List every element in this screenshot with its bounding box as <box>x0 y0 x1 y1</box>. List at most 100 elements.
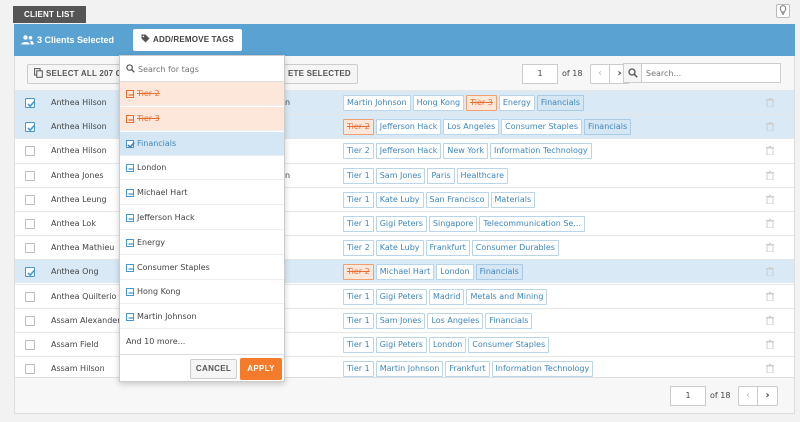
trash-icon[interactable] <box>766 122 774 133</box>
tag-chip[interactable]: Consumer Durables <box>471 240 559 257</box>
tag-chip[interactable]: Frankfurt <box>445 361 490 378</box>
tag-chip[interactable]: Los Angeles <box>427 312 484 329</box>
tag-option[interactable]: Tier 2 <box>120 82 284 106</box>
row-checkbox[interactable] <box>25 122 35 133</box>
row-checkbox[interactable] <box>25 340 35 350</box>
cancel-button[interactable]: CANCEL <box>190 359 237 379</box>
more-tags-link[interactable]: And 10 more... <box>126 337 185 346</box>
tag-option-checkbox[interactable] <box>126 288 134 297</box>
trash-icon[interactable] <box>766 219 774 230</box>
tag-chip[interactable]: Financials <box>475 264 523 281</box>
apply-button[interactable]: APPLY <box>240 358 282 380</box>
tag-chip[interactable]: Financials <box>536 95 585 111</box>
tag-chip[interactable]: Tier 1 <box>343 167 374 184</box>
trash-icon[interactable] <box>766 364 774 375</box>
tag-chip[interactable]: Tier 1 <box>343 312 374 329</box>
tab-client-list[interactable]: CLIENT LIST <box>13 6 86 23</box>
tag-chip[interactable]: San Francisco <box>425 191 489 208</box>
tag-chip[interactable]: Tier 2 <box>343 143 374 160</box>
tag-chip[interactable]: Healthcare <box>456 167 509 184</box>
tag-chip[interactable]: Consumer Staples <box>468 337 550 353</box>
tag-chip[interactable]: Tier 1 <box>343 337 374 353</box>
tag-chip[interactable]: Gigi Peters <box>375 288 427 305</box>
tag-chip[interactable]: Consumer Staples <box>501 119 582 136</box>
tag-chip[interactable]: Jefferson Hack <box>375 143 442 160</box>
page-number-input[interactable]: 1 <box>522 64 558 84</box>
tag-chip[interactable]: Materials <box>490 191 536 208</box>
add-remove-tags-button[interactable]: ADD/REMOVE TAGS <box>133 29 243 51</box>
tag-chip[interactable]: Madrid <box>428 288 465 305</box>
tag-chip[interactable]: Frankfurt <box>425 240 470 257</box>
prev-page-button[interactable]: ‹ <box>590 64 610 84</box>
tag-option[interactable]: Michael Hart <box>120 181 284 206</box>
tag-chip[interactable]: Information Technology <box>491 361 594 378</box>
tag-chip[interactable]: Tier 1 <box>343 288 374 305</box>
tag-option-checkbox[interactable] <box>126 114 134 123</box>
row-checkbox[interactable] <box>25 219 35 229</box>
page-number-input-bottom[interactable]: 1 <box>670 386 706 406</box>
trash-icon[interactable] <box>766 243 774 254</box>
tag-chip[interactable]: Jefferson Hack <box>375 119 442 136</box>
row-checkbox[interactable] <box>25 291 35 302</box>
tag-chip[interactable]: Financials <box>583 119 632 136</box>
row-checkbox[interactable] <box>25 98 35 108</box>
trash-icon[interactable] <box>766 98 774 109</box>
tag-option[interactable]: Energy <box>120 231 284 255</box>
tag-chip[interactable]: New York <box>443 143 488 160</box>
tag-chip[interactable]: Sam Jones <box>375 167 426 184</box>
trash-icon[interactable] <box>766 340 774 351</box>
tag-chip[interactable]: Tier 3 <box>466 95 497 111</box>
trash-icon[interactable] <box>766 315 774 327</box>
tag-chip[interactable]: Telecommunication Se... <box>479 216 585 232</box>
tag-chip[interactable]: Hong Kong <box>412 95 465 111</box>
tag-search-input[interactable] <box>138 60 278 78</box>
tag-option-checkbox[interactable] <box>126 214 134 222</box>
tag-chip[interactable]: Information Technology <box>490 143 592 160</box>
tag-chip[interactable]: Singapore <box>428 216 478 232</box>
tag-chip[interactable]: Financials <box>485 312 533 329</box>
tag-chip[interactable]: Kate Luby <box>375 240 424 257</box>
tag-option[interactable]: Consumer Staples <box>120 256 284 280</box>
row-checkbox[interactable] <box>25 243 35 254</box>
trash-icon[interactable] <box>766 146 774 157</box>
tag-chip[interactable]: London <box>436 264 474 281</box>
trash-icon[interactable] <box>766 291 774 303</box>
tag-option-checkbox[interactable] <box>126 90 134 98</box>
tag-option[interactable]: London <box>120 156 284 181</box>
tag-chip[interactable]: Gigi Peters <box>375 337 427 353</box>
tag-option[interactable]: Financials <box>120 131 284 156</box>
tag-chip[interactable]: Tier 2 <box>343 240 374 257</box>
tag-chip[interactable]: Michael Hart <box>375 264 435 281</box>
tag-chip[interactable]: Martin Johnson <box>375 361 444 378</box>
tag-option[interactable]: Tier 3 <box>120 106 284 131</box>
tag-chip[interactable]: Tier 1 <box>343 361 374 378</box>
tag-option-checkbox[interactable] <box>126 189 134 198</box>
tag-chip[interactable]: Kate Luby <box>375 191 424 208</box>
tag-option[interactable]: Jefferson Hack <box>120 206 284 230</box>
trash-icon[interactable] <box>766 194 774 206</box>
trash-icon[interactable] <box>766 170 774 182</box>
row-checkbox[interactable] <box>25 315 35 326</box>
help-button[interactable] <box>776 4 790 18</box>
tag-chip[interactable]: Tier 1 <box>343 191 374 208</box>
next-page-button-bottom[interactable]: › <box>758 386 778 406</box>
tag-option-checkbox[interactable] <box>126 263 134 272</box>
tag-chip[interactable]: Sam Jones <box>375 312 426 329</box>
tag-chip[interactable]: Tier 2 <box>343 264 374 281</box>
tag-option-checkbox[interactable] <box>126 139 135 148</box>
tag-chip[interactable]: Martin Johnson <box>343 95 411 111</box>
row-checkbox[interactable] <box>25 146 35 157</box>
search-input[interactable] <box>646 64 776 82</box>
row-checkbox[interactable] <box>25 194 35 205</box>
prev-page-button-bottom[interactable]: ‹ <box>738 386 758 406</box>
tag-chip[interactable]: Energy <box>498 95 535 111</box>
tag-chip[interactable]: Los Angeles <box>443 119 500 136</box>
row-checkbox[interactable] <box>25 170 35 181</box>
trash-icon[interactable] <box>766 267 774 278</box>
tag-option-checkbox[interactable] <box>126 313 134 322</box>
tag-chip[interactable]: Metals and Mining <box>466 288 548 305</box>
tag-chip[interactable]: Paris <box>427 167 455 184</box>
row-checkbox[interactable] <box>25 364 35 375</box>
tag-chip[interactable]: London <box>428 337 467 353</box>
tag-chip[interactable]: Tier 2 <box>343 119 374 136</box>
